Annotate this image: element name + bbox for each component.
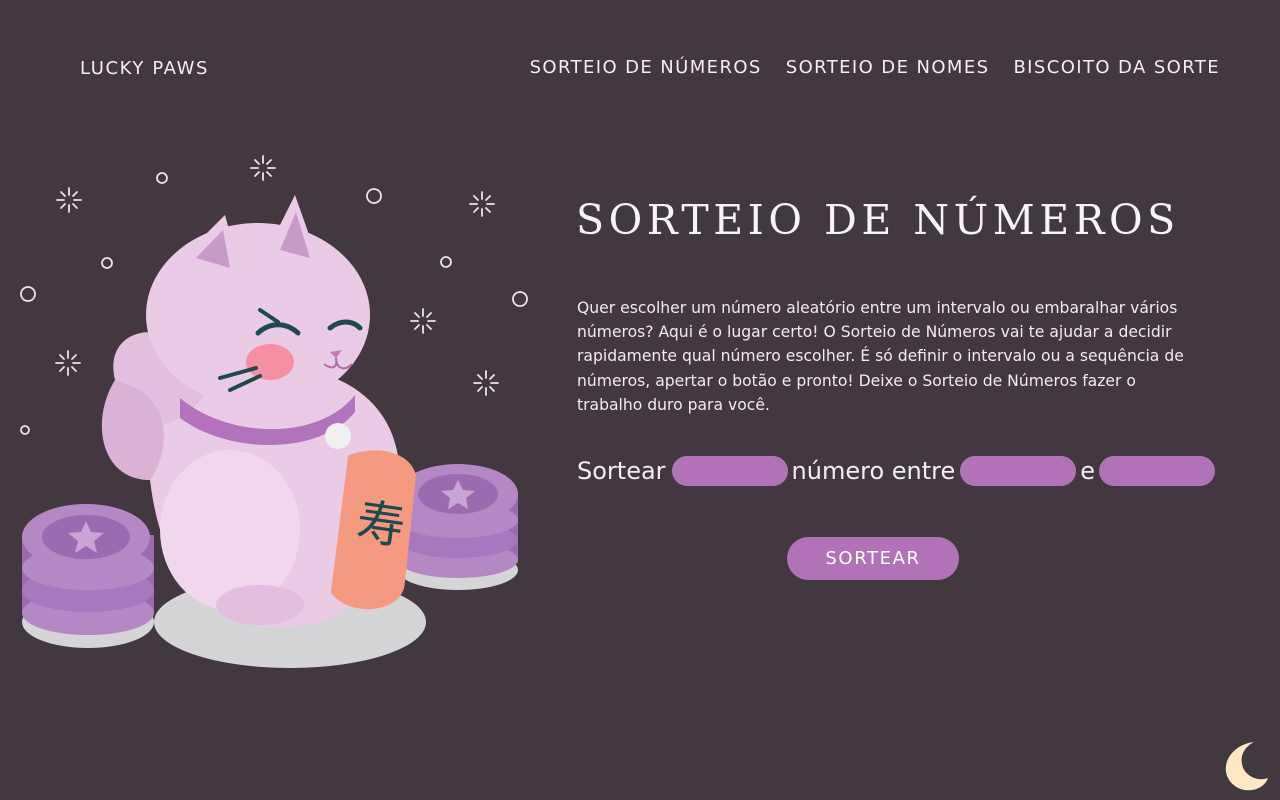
range-max-input[interactable] <box>1099 456 1216 486</box>
lucky-cat-illustration: 寿 <box>20 155 528 668</box>
main-nav: SORTEIO DE NÚMEROS SORTEIO DE NOMES BISC… <box>530 57 1220 78</box>
nav-link-sorteio-numeros[interactable]: SORTEIO DE NÚMEROS <box>530 57 762 78</box>
nav-link-sorteio-nomes[interactable]: SORTEIO DE NOMES <box>786 57 990 78</box>
range-min-input[interactable] <box>960 456 1077 486</box>
moon-icon[interactable] <box>1218 738 1272 792</box>
page-description: Quer escolher um número aleatório entre … <box>577 299 1184 414</box>
coin-kanji-text: 寿 <box>353 494 408 556</box>
range-middle-label: número entre <box>791 457 956 485</box>
draw-button[interactable]: SORTEAR <box>787 537 959 580</box>
coin-stack-left <box>22 504 154 648</box>
brand-logo[interactable]: LUCKY PAWS <box>80 58 209 79</box>
coin-stack-right <box>398 464 518 590</box>
draw-prefix-label: Sortear <box>577 457 666 485</box>
nav-link-biscoito-sorte[interactable]: BISCOITO DA SORTE <box>1013 57 1220 78</box>
draw-form-row: Sortear número entre e <box>577 456 1216 486</box>
quantity-input[interactable] <box>671 456 788 486</box>
range-conjunction-label: e <box>1080 457 1096 485</box>
page-title: SORTEIO DE NÚMEROS <box>576 196 1180 244</box>
